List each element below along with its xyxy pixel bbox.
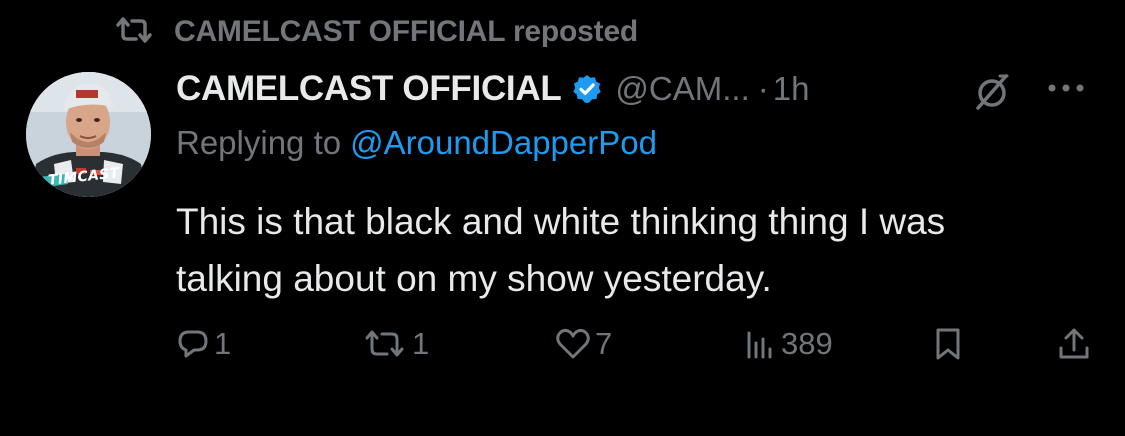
- repost-icon: [112, 15, 156, 50]
- reply-mention-link[interactable]: @AroundDapperPod: [350, 124, 657, 161]
- tweet-header: CAMELCAST OFFICIAL @CAM... · 1h: [176, 66, 809, 112]
- replying-to: Replying to @AroundDapperPod: [176, 124, 657, 162]
- repost-count: 1: [412, 326, 430, 361]
- reply-button[interactable]: 1: [176, 322, 231, 366]
- views-icon: [743, 327, 777, 361]
- reply-count: 1: [214, 326, 232, 361]
- reply-icon: [176, 327, 210, 361]
- author-handle[interactable]: @CAM...: [615, 70, 749, 108]
- tweet-text-line: talking about on my show yesterday.: [176, 258, 772, 299]
- grok-icon[interactable]: [970, 70, 1014, 119]
- tweet-text-line: This is that black and white thinking th…: [176, 201, 946, 242]
- repost-indicator[interactable]: CAMELCAST OFFICIAL reposted: [112, 12, 638, 52]
- verified-badge-icon[interactable]: [571, 73, 603, 105]
- replying-to-label: Replying to: [176, 124, 342, 161]
- avatar[interactable]: TIMCAST: [26, 72, 151, 197]
- share-button[interactable]: [1056, 322, 1092, 366]
- tweet-text: This is that black and white thinking th…: [176, 193, 1106, 307]
- repost-button[interactable]: 1: [362, 322, 429, 366]
- author-display-name[interactable]: CAMELCAST OFFICIAL: [176, 69, 562, 109]
- repost-icon: [362, 327, 408, 361]
- separator-dot: ·: [757, 70, 769, 107]
- like-icon: [555, 327, 591, 361]
- repost-label: CAMELCAST OFFICIAL reposted: [174, 15, 639, 48]
- view-count: 389: [781, 326, 833, 361]
- like-button[interactable]: 7: [555, 322, 612, 366]
- views-button[interactable]: 389: [743, 322, 833, 366]
- like-count: 7: [595, 326, 613, 361]
- bookmark-icon: [932, 326, 964, 362]
- more-icon[interactable]: [1042, 78, 1090, 103]
- timestamp[interactable]: 1h: [773, 70, 810, 108]
- bookmark-button[interactable]: [932, 322, 964, 366]
- share-icon: [1056, 326, 1092, 362]
